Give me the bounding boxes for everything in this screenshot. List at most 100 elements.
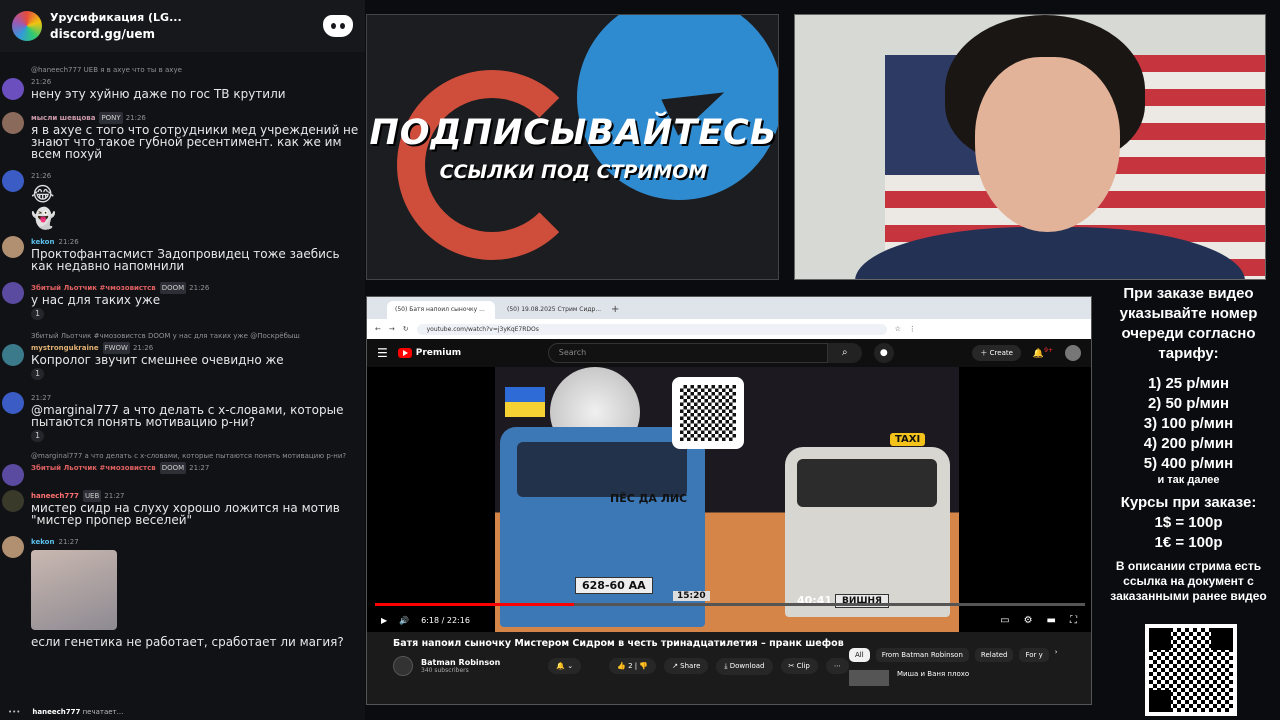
- reaction[interactable]: 1: [31, 368, 45, 380]
- webcam-panel: [794, 14, 1266, 280]
- message-text: Копролог звучит смешнее очевидно же: [31, 353, 284, 367]
- channel-name[interactable]: Batman Robinson: [421, 658, 500, 667]
- search-input[interactable]: Search: [547, 343, 828, 363]
- message-text: мистер сидр на слуху хорошо ложится на м…: [31, 501, 340, 527]
- avatar: [2, 490, 24, 512]
- timestamp: 21:26: [31, 172, 52, 180]
- username[interactable]: Збитый Льотчик #чмозовистсв: [31, 284, 156, 292]
- reload-icon[interactable]: ↻: [403, 325, 409, 333]
- menu-dots-icon[interactable]: ⋮: [909, 325, 916, 333]
- promo-subtitle: ССЫЛКИ ПОД СТРИМОМ: [439, 161, 708, 183]
- theater-mode-icon[interactable]: ▬: [1047, 615, 1056, 626]
- streamer-face: [975, 57, 1120, 232]
- star-icon[interactable]: ☆: [895, 325, 901, 333]
- chip-all[interactable]: All: [849, 648, 870, 662]
- overlay-timer: 15:20: [673, 591, 710, 601]
- download-button[interactable]: ⤓ Download: [716, 657, 773, 675]
- tariff-list: 1) 25 р/мин 2) 50 р/мин 3) 100 р/мин 4) …: [1097, 374, 1280, 474]
- license-plate: 628-60 АА: [575, 577, 653, 594]
- subscribe-bell-button[interactable]: 🔔 ⌄: [548, 658, 582, 674]
- message: 21:27 @marginal777 а что делать с х-слов…: [0, 392, 365, 450]
- progress-bar[interactable]: [375, 603, 1085, 606]
- tariff-item: 3) 100 р/мин: [1143, 415, 1234, 432]
- play-icon[interactable]: ▶: [381, 616, 387, 625]
- tariff-item: 1) 25 р/мин: [1147, 375, 1230, 392]
- settings-gear-icon[interactable]: ⚙: [1024, 615, 1033, 626]
- bell-icon[interactable]: 🔔9+: [1033, 347, 1053, 359]
- ghost-emoji-icon: 👻: [31, 206, 56, 230]
- share-button[interactable]: ↗ Share: [664, 658, 709, 674]
- chevron-right-icon[interactable]: ›: [1055, 648, 1058, 662]
- avatar: [2, 344, 24, 366]
- avatar: [2, 464, 24, 486]
- suggested-video[interactable]: Миша и Ваня плохо: [849, 670, 969, 686]
- username[interactable]: мысли шевцова: [31, 114, 95, 122]
- attached-image[interactable]: [31, 550, 117, 630]
- promo-title: ПОДПИСЫВАЙТЕСЬ: [369, 113, 778, 153]
- more-options-button[interactable]: ⋯: [825, 658, 849, 674]
- video-player[interactable]: ПЁС ДА ЛИС 628-60 АА TAXI 15:20 40:41 ВИ…: [367, 367, 1091, 632]
- reply-preview[interactable]: @marginal777 а что делать с х-словами, к…: [31, 450, 359, 462]
- message-text: Проктофантасмист Задопровидец тоже заеби…: [31, 247, 340, 273]
- url-field[interactable]: youtube.com/watch?v=j3yKqE7RDOs: [416, 323, 887, 335]
- tab-video[interactable]: (50) Батя напоил сыночку ...: [387, 301, 495, 319]
- account-avatar[interactable]: [1065, 345, 1081, 361]
- back-icon[interactable]: ←: [375, 325, 381, 333]
- hamburger-menu-icon[interactable]: ☰: [377, 346, 388, 360]
- username[interactable]: kekon: [31, 238, 54, 246]
- microphone-icon[interactable]: ●: [873, 343, 894, 363]
- message: @haneech777 UEB я в ахуе что ты в ахуе 2…: [0, 64, 365, 102]
- truck-text: ПЁС ДА ЛИС: [610, 492, 688, 505]
- avatar: [2, 536, 24, 558]
- clip-button[interactable]: ✂ Clip: [780, 658, 818, 674]
- reaction[interactable]: 1: [31, 430, 45, 442]
- volume-icon[interactable]: 🔊: [399, 616, 409, 625]
- avatar: [2, 112, 24, 134]
- rate-item: 1€ = 100р: [1154, 534, 1223, 551]
- message: Збитый Льотчик #чмозовистсв DOOM у нас д…: [0, 330, 365, 386]
- message-text: @marginal777 а что делать с х-словами, к…: [31, 403, 344, 429]
- rates-title: Курсы при заказе:: [1120, 494, 1257, 511]
- progress-fill: [375, 603, 574, 606]
- tariff-item: 2) 50 р/мин: [1147, 395, 1230, 412]
- van-window: [797, 459, 937, 507]
- chip-from-channel[interactable]: From Batman Robinson: [875, 648, 969, 662]
- username[interactable]: Збитый Льотчик #чмозовистсв: [31, 464, 156, 472]
- server-link[interactable]: discord.gg/uem: [50, 27, 323, 41]
- create-button[interactable]: ＋ Create: [972, 345, 1021, 361]
- youtube-logo[interactable]: Premium: [397, 348, 548, 358]
- address-bar: ← → ↻ youtube.com/watch?v=j3yKqE7RDOs ☆ …: [367, 319, 1091, 339]
- order-info: При заказе видео указывайте номер очеред…: [1097, 284, 1280, 604]
- time-display: 6:18 / 22:16: [421, 615, 470, 625]
- rate-item: 1$ = 100р: [1154, 514, 1223, 531]
- video-frame: ПЁС ДА ЛИС 628-60 АА TAXI: [495, 367, 959, 632]
- discord-chat: Урусификация (LG... discord.gg/uem @hane…: [0, 0, 365, 720]
- premium-label: Premium: [415, 348, 462, 358]
- suggested-title: Миша и Ваня плохо: [897, 670, 970, 678]
- tariff-item: 5) 400 р/мин: [1143, 455, 1234, 472]
- fullscreen-icon[interactable]: ⛶: [1070, 615, 1077, 626]
- message-text: я в ахуе с того что сотрудники мед учреж…: [31, 123, 359, 161]
- username[interactable]: mystrongukraine: [31, 344, 99, 352]
- captions-icon[interactable]: ▭: [1000, 615, 1009, 626]
- forward-icon[interactable]: →: [389, 325, 395, 333]
- search-icon[interactable]: ⌕: [827, 343, 862, 363]
- chip-for-you[interactable]: For y: [1019, 648, 1049, 662]
- reaction[interactable]: 1: [31, 308, 45, 320]
- reply-preview[interactable]: Збитый Льотчик #чмозовистсв DOOM у нас д…: [31, 330, 359, 342]
- new-tab-icon[interactable]: +: [611, 301, 619, 319]
- avatar: [2, 170, 24, 192]
- chip-related[interactable]: Related: [974, 648, 1014, 662]
- tab-stream[interactable]: (50) 19.08.2025 Стрим Сидр...: [499, 301, 607, 319]
- like-button[interactable]: 👍 2 | 👎: [609, 658, 657, 674]
- stream-layout: Урусификация (LG... discord.gg/uem @hane…: [0, 0, 1280, 720]
- reply-preview[interactable]: @haneech777 UEB я в ахуе что ты в ахуе: [31, 64, 359, 76]
- browser-window: (50) Батя напоил сыночку ... (50) 19.08.…: [366, 296, 1092, 705]
- timestamp: 21:26: [31, 78, 52, 86]
- timestamp: 21:26: [132, 344, 154, 352]
- username[interactable]: kekon: [31, 538, 54, 546]
- username[interactable]: haneech777: [31, 492, 79, 500]
- timestamp: 21:26: [189, 284, 210, 292]
- chat-header: Урусификация (LG... discord.gg/uem: [0, 0, 365, 52]
- channel-avatar[interactable]: [393, 656, 413, 676]
